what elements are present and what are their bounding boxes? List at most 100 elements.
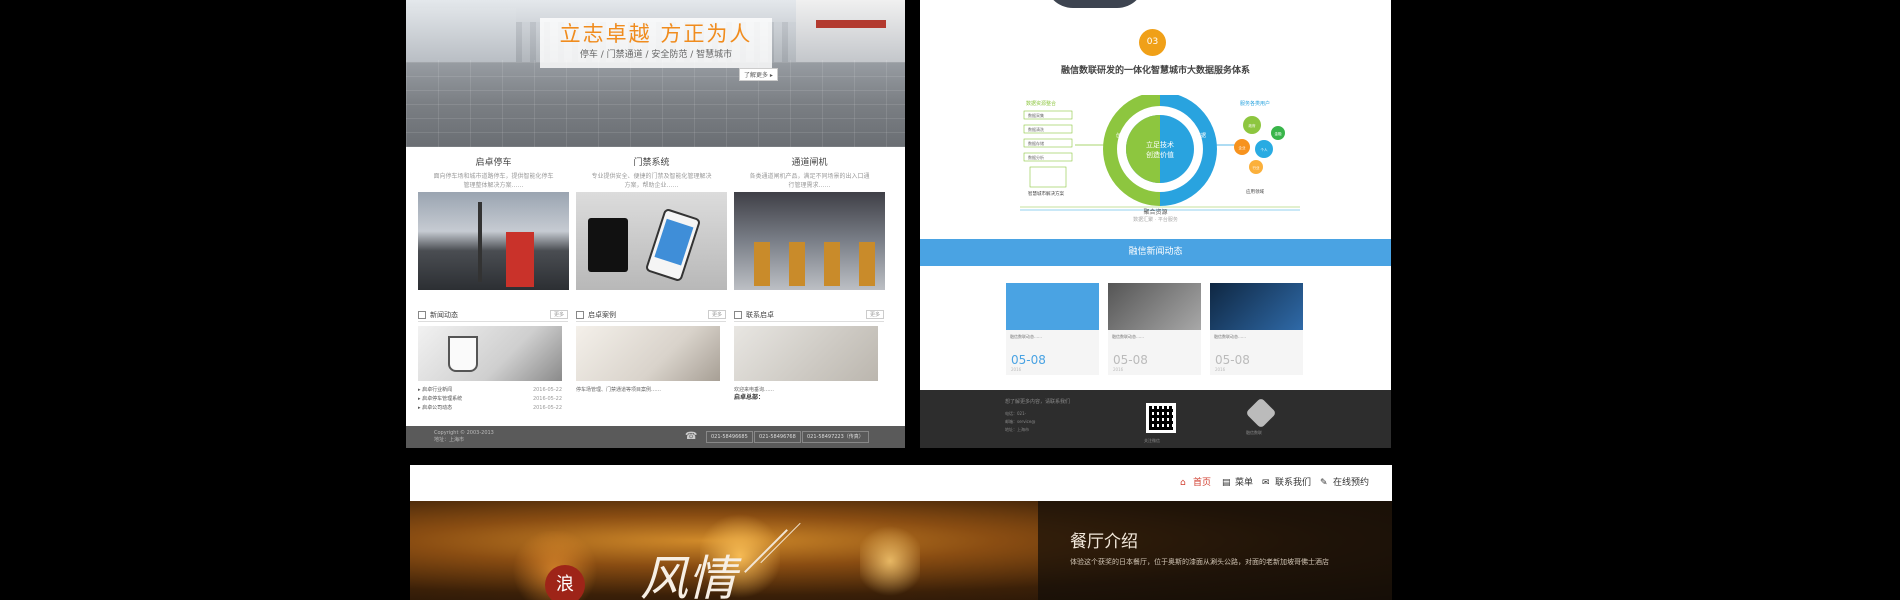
news-card-image: [1006, 283, 1099, 330]
cases-text: 停车场管理、门禁通道等项目案例……: [576, 387, 662, 393]
diagram-bubbles: 政府 企业 个人 行业 金融: [1234, 116, 1285, 174]
diagram-left-item: 数据分析: [1028, 154, 1044, 160]
qr-caption: 关注微信: [1144, 438, 1160, 443]
red-seal: 浪: [545, 565, 585, 600]
footer-cta: 想了解更多内容，请联系我们: [1005, 399, 1071, 405]
news-title: 新闻动态: [430, 311, 458, 319]
qr-code: [1146, 403, 1176, 433]
nav-booking[interactable]: ✎ 在线预约: [1320, 477, 1369, 489]
calligraphy-title: 风情: [640, 551, 737, 600]
product-title: 门禁系统: [633, 158, 670, 168]
news-icon: [418, 311, 426, 319]
coffee-cup-image: [418, 326, 562, 381]
footer: Copyright © 2003-2013 地址：上海市 ☎ 021-58496…: [406, 426, 905, 448]
step-badge: 03: [1139, 29, 1166, 56]
news-card-year: 2016: [1011, 367, 1022, 372]
diagram-right-bottom: 应用领域: [1246, 188, 1264, 195]
hero-slogan: 立志卓越 方正为人: [559, 22, 753, 46]
cases-header: 启卓案例 更多: [576, 310, 726, 322]
restaurant-hero: 浪 风情 餐厅介绍 体验这个获奖的日本餐厅，位于奥斯的漆面从涮头公路，对面的老新…: [410, 501, 1392, 600]
diagram-left-boxes: 数据采集 数据清洗 数据存储 数据分析: [1023, 110, 1073, 188]
section-heading: 融信数联研发的一体化智慧城市大数据服务体系: [1060, 66, 1250, 76]
showcase-canvas: 立志卓越 方正为人 停车 / 门禁通道 / 安全防范 / 智慧城市 了解更多 ▸…: [0, 0, 1900, 600]
list-item[interactable]: ▸ 启卓公司动态 2016-05-22: [418, 404, 562, 413]
diagram-left-title: 数据资源整合: [1026, 100, 1056, 107]
news-card-image: [1210, 283, 1303, 330]
building-stripe: [816, 20, 886, 28]
cases-title: 启卓案例: [588, 311, 616, 319]
light-glow: [860, 521, 920, 600]
list-item[interactable]: ▸ 启卓停车管理系统 2016-05-22: [418, 395, 562, 404]
contact-header: 联系启卓 更多: [734, 310, 884, 322]
intro-text: 体验这个获奖的日本餐厅，位于奥斯的漆面从涮头公路，对面的老新加坡哥佛士酒店: [1070, 558, 1329, 566]
edit-icon: ✎: [1320, 478, 1328, 488]
news-header: 新闻动态 更多: [418, 310, 568, 322]
parking-gate-image: [418, 192, 569, 290]
footer-fax: 021-58497223（传真）: [802, 431, 869, 443]
news-band: 融信新闻动态: [920, 239, 1391, 266]
diagram-left-item: 数据采集: [1028, 112, 1044, 118]
news-card-text: 融信数联动态……: [1214, 334, 1246, 339]
diagram-left-item: 数据存储: [1028, 140, 1044, 146]
diagram-center-line2: 创造价值: [1146, 150, 1174, 159]
cases-icon: [576, 311, 584, 319]
footer-copyright: Copyright © 2003-2013 地址：上海市: [434, 430, 494, 443]
contact-line: 欢迎来电垂询……: [734, 387, 775, 393]
nav-menu[interactable]: ▤ 菜单: [1222, 477, 1253, 489]
product-card-turnstile[interactable]: 通道闸机 各类通道闸机产品，满足不同场景的出入口通行管理需求……: [732, 152, 887, 292]
smart-lock-image: [576, 192, 727, 290]
footer-tel: 021-58496685: [706, 431, 753, 443]
product-title: 启卓停车: [475, 158, 512, 168]
diagram-center-line1: 立足技术: [1146, 140, 1174, 149]
contact-title: 联系启卓: [746, 311, 774, 319]
top-graphic: [1045, 0, 1145, 8]
contact-section: 联系启卓 更多 欢迎来电垂询…… 启卓总部：: [734, 310, 884, 420]
product-card-parking[interactable]: 启卓停车 面向停车场和城市道路停车，提供智能化停车管理整体解决方案……: [416, 152, 571, 292]
news-card[interactable]: 融信数联动态…… 05-08 2016: [1210, 283, 1303, 375]
phone-icon: ☎: [685, 431, 698, 442]
cases-section: 启卓案例 更多 停车场管理、门禁通道等项目案例……: [576, 310, 726, 420]
product-desc: 各类通道闸机产品，满足不同场景的出入口通行管理需求……: [749, 173, 870, 189]
product-desc: 专业提供安全、便捷的门禁及智能化管理解决方案，帮助企业……: [591, 173, 712, 189]
restaurant-website: ⌂ 首页 ▤ 菜单 ✉ 联系我们 ✎ 在线预约 浪 风情 餐厅介绍 体验这个获奖的日本餐…: [410, 465, 1392, 600]
news-card[interactable]: 融信数联动态…… 05-08 2016: [1108, 283, 1201, 375]
news-card-date: 05-08: [1011, 353, 1046, 367]
product-card-access[interactable]: 门禁系统 专业提供安全、便捷的门禁及智能化管理解决方案，帮助企业……: [574, 152, 729, 292]
diagram-footer-sub: 数据汇聚 · 平台服务: [1133, 217, 1178, 223]
news-card[interactable]: 融信数联动态…… 05-08 2016: [1006, 283, 1099, 375]
diagram-footer: 聚合资源: [1143, 209, 1168, 216]
bigdata-website: 03 融信数联研发的一体化智慧城市大数据服务体系 数据资源整合 服务各类用户 数…: [920, 0, 1391, 448]
news-card-text: 融信数联动态……: [1112, 334, 1144, 339]
bubble-label: 企业: [1239, 145, 1247, 150]
news-card-text: 融信数联动态……: [1010, 334, 1042, 339]
news-card-image: [1108, 283, 1201, 330]
cases-more-button[interactable]: 更多: [707, 310, 726, 319]
bubble-label: 个人: [1261, 147, 1269, 152]
nav-home[interactable]: ⌂ 首页: [1180, 477, 1211, 489]
home-icon: ⌂: [1180, 478, 1186, 488]
hero-subtitle: 停车 / 门禁通道 / 安全防范 / 智慧城市: [579, 50, 733, 60]
hero-more-button[interactable]: 了解更多 ▸: [739, 68, 778, 81]
diagram-right-title: 服务各类用户: [1240, 100, 1270, 107]
product-desc: 面向停车场和城市道路停车，提供智能化停车管理整体解决方案……: [433, 173, 554, 189]
footer: 想了解更多内容，请联系我们 电话：021- 邮箱：service@ 地址：上海市…: [920, 390, 1391, 448]
news-more-button[interactable]: 更多: [549, 310, 568, 319]
diagram-left-label: 创新: [1116, 132, 1126, 139]
contact-more-button[interactable]: 更多: [865, 310, 884, 319]
list-item[interactable]: ▸ 启卓行业新闻 2016-05-22: [418, 386, 562, 395]
company-logo: [1245, 397, 1277, 429]
contact-hq: 启卓总部：: [734, 394, 765, 401]
intro-title: 餐厅介绍: [1070, 532, 1138, 552]
diagram-left-item: 数据清洗: [1028, 126, 1044, 132]
contact-text: 欢迎来电垂询…… 启卓总部：: [734, 386, 878, 402]
nav-contact[interactable]: ✉ 联系我们: [1262, 477, 1311, 489]
service-system-diagram: 数据资源整合 服务各类用户 数据采集 数据清洗 数据存储 数据分析 智慧城市解决…: [1020, 95, 1300, 211]
news-section: 新闻动态 更多 ▸ 启卓行业新闻 2016-05-22 ▸ 启卓停车管理系统 201…: [418, 310, 568, 420]
slogan-box: 立志卓越 方正为人 停车 / 门禁通道 / 安全防范 / 智慧城市: [540, 18, 772, 68]
turnstile-image: [734, 192, 885, 290]
footer-contact: 电话：021- 邮箱：service@ 地址：上海市: [1005, 411, 1036, 432]
diagram-left-bottom: 智慧城市解决方案: [1028, 190, 1064, 197]
news-card-year: 2016: [1113, 367, 1124, 372]
building-left: [406, 8, 516, 62]
bubble-label: 行业: [1253, 165, 1261, 170]
